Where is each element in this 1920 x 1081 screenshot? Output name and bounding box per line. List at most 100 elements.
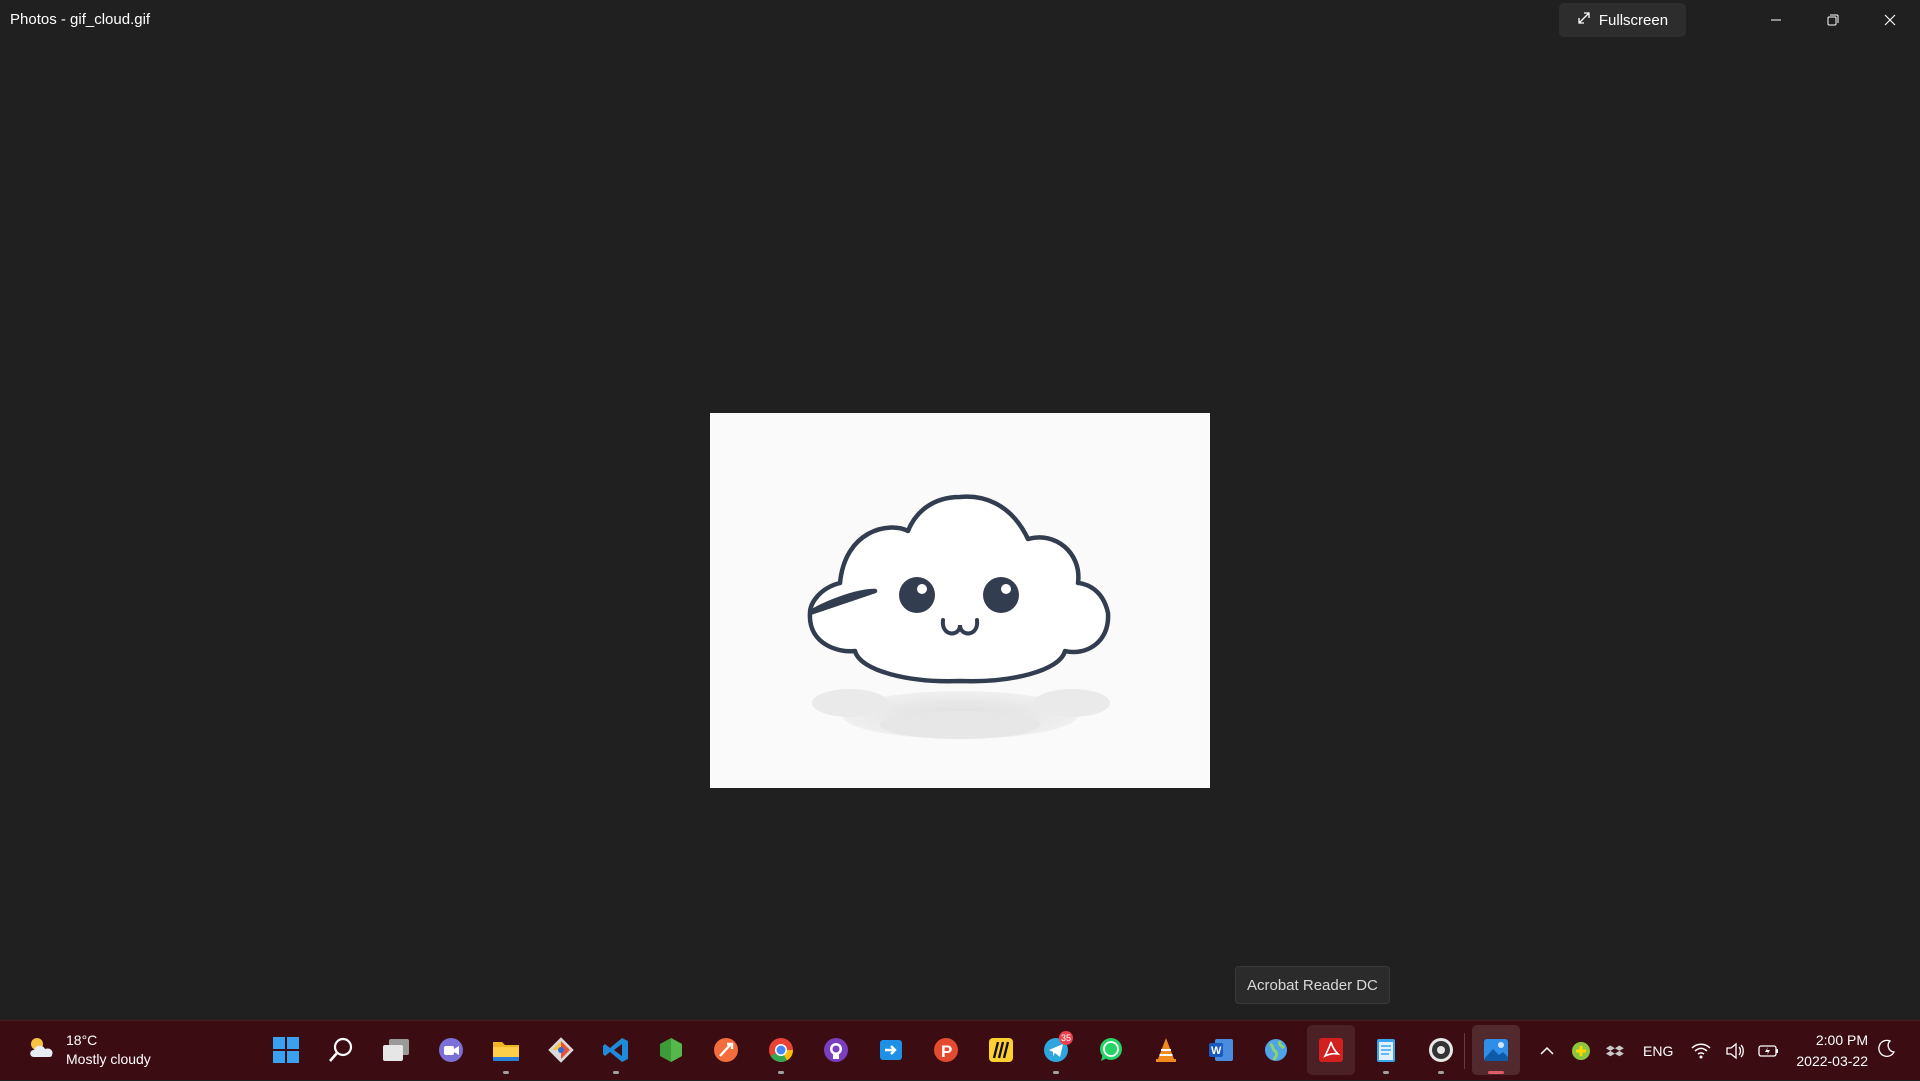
weather-widget[interactable]: 18°C Mostly cloudy [26, 1031, 151, 1069]
taskbar-app-acrobat-reader[interactable] [1307, 1025, 1355, 1075]
windows-logo-icon [273, 1037, 299, 1063]
left-eye [899, 577, 935, 613]
record-icon [1429, 1038, 1453, 1062]
miro-icon [989, 1038, 1013, 1062]
clock[interactable]: 2:00 PM 2022-03-22 [1780, 1030, 1868, 1072]
task-view-icon [383, 1039, 409, 1061]
close-button[interactable] [1862, 0, 1918, 40]
title-bar: Photos - gif_cloud.gif Fullscreen [0, 0, 1920, 40]
taskbar-app-recorder[interactable] [1417, 1025, 1465, 1075]
clock-time: 2:00 PM [1815, 1032, 1868, 1048]
taskbar-app-nodejs[interactable] [647, 1025, 695, 1075]
right-eye [983, 577, 1019, 613]
weather-temperature: 18°C [66, 1032, 98, 1048]
tray-wifi[interactable] [1689, 1039, 1713, 1063]
notepad-icon [1377, 1039, 1395, 1062]
focus-assist-button[interactable] [1878, 1039, 1896, 1062]
running-indicator [778, 1071, 784, 1074]
taskbar-app-github-desktop[interactable] [812, 1025, 860, 1075]
tray-volume[interactable] [1723, 1039, 1747, 1063]
chrome-icon [769, 1038, 793, 1063]
github-icon [824, 1038, 848, 1062]
running-indicator [613, 1071, 619, 1074]
folder-icon [493, 1042, 519, 1061]
running-indicator [1053, 1071, 1059, 1074]
taskbar-app-postman[interactable] [702, 1025, 750, 1075]
taskbar-app-miro[interactable] [977, 1025, 1025, 1075]
image-viewer[interactable] [0, 40, 1920, 1020]
active-indicator [1488, 1071, 1504, 1074]
git-icon [548, 1037, 574, 1063]
taskbar-app-vscode[interactable] [592, 1025, 640, 1075]
restore-icon [1827, 14, 1839, 26]
fullscreen-button[interactable]: Fullscreen [1559, 3, 1686, 37]
whatsapp-icon [1100, 1038, 1122, 1061]
word-icon: W [1209, 1039, 1233, 1061]
remote-icon [880, 1040, 902, 1060]
taskbar-divider [1464, 1033, 1465, 1069]
vscode-icon [603, 1038, 628, 1062]
taskbar-app-word[interactable]: W [1197, 1025, 1245, 1075]
hexagon-icon [660, 1038, 682, 1062]
weather-condition: Mostly cloudy [66, 1051, 151, 1067]
taskbar-app-vlc[interactable] [1142, 1025, 1190, 1075]
speaker-icon [1726, 1042, 1745, 1060]
taskbar-app-git[interactable] [537, 1025, 585, 1075]
taskbar: 18°C Mostly cloudy P 35 W ENG 2:00 PM 20… [0, 1020, 1920, 1080]
cloudy-weather-icon [26, 1035, 56, 1066]
wifi-icon [1691, 1043, 1711, 1059]
minimize-icon [1771, 19, 1781, 21]
taskbar-app-globe[interactable] [1252, 1025, 1300, 1075]
taskbar-app-photos[interactable] [1472, 1025, 1520, 1075]
taskbar-tooltip: Acrobat Reader DC [1235, 966, 1390, 1004]
fullscreen-label: Fullscreen [1598, 11, 1669, 29]
search-button[interactable] [317, 1025, 365, 1075]
start-button[interactable] [262, 1025, 310, 1075]
taskbar-app-remote[interactable] [867, 1025, 915, 1075]
close-icon [1884, 14, 1896, 26]
svg-text:P: P [941, 1042, 952, 1061]
running-indicator [1438, 1071, 1444, 1074]
video-chat-icon [439, 1038, 463, 1062]
language-indicator[interactable]: ENG [1643, 1043, 1673, 1059]
taskbar-app-whatsapp[interactable] [1087, 1025, 1135, 1075]
battery-charging-icon [1758, 1045, 1779, 1057]
restore-button[interactable] [1805, 0, 1861, 40]
acrobat-icon [1319, 1038, 1343, 1062]
show-hidden-icons-button[interactable] [1535, 1039, 1559, 1063]
search-icon [329, 1037, 353, 1062]
cloud-shadow [812, 689, 1110, 739]
postman-icon [714, 1038, 738, 1062]
clock-date: 2022-03-22 [1796, 1053, 1868, 1069]
taskbar-app-chat[interactable] [427, 1025, 475, 1075]
cloud-illustration [807, 494, 1111, 739]
window-title: Photos - gif_cloud.gif [10, 11, 151, 28]
running-indicator [503, 1071, 509, 1074]
dropbox-icon [1605, 1045, 1624, 1057]
p-icon: P [934, 1038, 958, 1062]
photos-icon [1484, 1039, 1508, 1061]
system-tray: ENG [1535, 1021, 1781, 1081]
chevron-up-icon [1540, 1046, 1554, 1055]
tray-battery[interactable] [1757, 1039, 1781, 1063]
tooltip-text: Acrobat Reader DC [1247, 976, 1378, 994]
notification-badge: 35 [1059, 1031, 1073, 1045]
cloud-body [807, 494, 1111, 684]
taskbar-app-telegram[interactable]: 35 [1032, 1025, 1080, 1075]
running-indicator [1383, 1071, 1389, 1074]
taskbar-app-chrome[interactable] [757, 1025, 805, 1075]
globe-icon [1265, 1039, 1287, 1061]
tray-app-green[interactable] [1569, 1039, 1593, 1063]
task-view-button[interactable] [372, 1025, 420, 1075]
expand-icon [1577, 11, 1591, 29]
photo-cloud-image[interactable] [710, 413, 1210, 788]
taskbar-app-notepad[interactable] [1362, 1025, 1410, 1075]
tray-dropbox[interactable] [1603, 1039, 1627, 1063]
vlc-cone-icon [1156, 1038, 1176, 1062]
green-plus-icon [1572, 1042, 1590, 1060]
svg-text:W: W [1211, 1045, 1222, 1057]
minimize-button[interactable] [1748, 0, 1804, 40]
taskbar-app-file-explorer[interactable] [482, 1025, 530, 1075]
taskbar-apps: P 35 W [262, 1025, 1520, 1077]
taskbar-app-p[interactable]: P [922, 1025, 970, 1075]
